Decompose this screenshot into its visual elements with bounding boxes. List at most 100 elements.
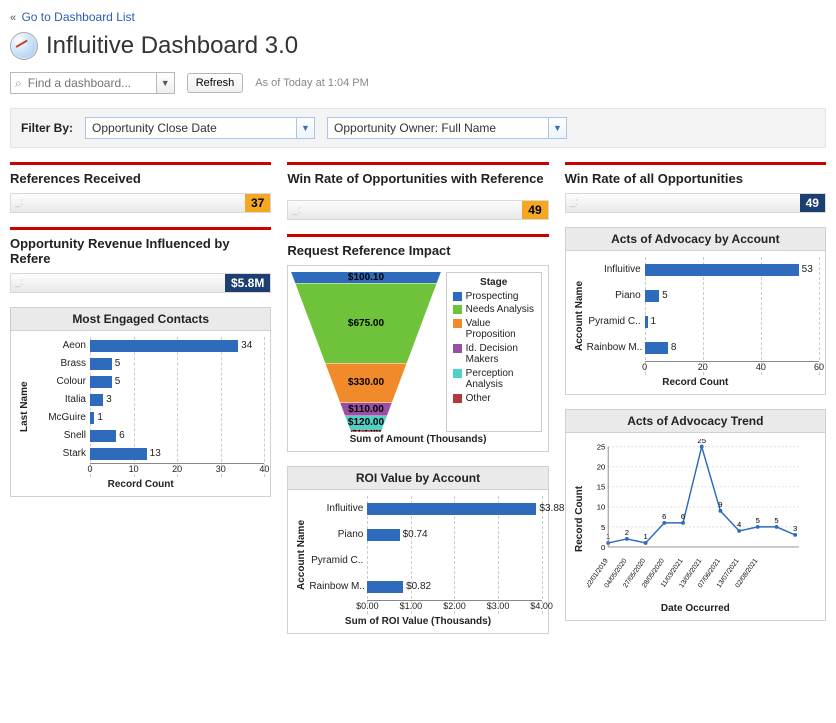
- bar-fill: [645, 290, 660, 302]
- card-title: Request Reference Impact: [287, 234, 548, 259]
- chart-roi-value-by-account: ROI Value by Account Account Name Influi…: [287, 466, 548, 634]
- x-tick: $0.00: [356, 601, 379, 611]
- metric-bar: _: 49: [287, 200, 548, 220]
- metric-bar: _: 37: [10, 193, 271, 213]
- top-nav: « Go to Dashboard List: [10, 10, 826, 24]
- funnel-slice: $120.00: [345, 416, 387, 430]
- legend-label: Prospecting: [466, 291, 519, 303]
- chart-title: Acts of Advocacy by Account: [566, 228, 825, 251]
- bar-value: 8: [671, 341, 677, 355]
- bar-value: $3.88: [539, 502, 564, 516]
- svg-text:2: 2: [624, 528, 628, 537]
- filter-close-date[interactable]: Opportunity Close Date ▼: [85, 117, 315, 139]
- svg-text:3: 3: [793, 524, 797, 533]
- chart-acts-trend: Acts of Advocacy Trend Record Count 0510…: [565, 409, 826, 621]
- svg-text:4: 4: [737, 520, 742, 529]
- bar-category: Brass: [32, 358, 90, 369]
- chevron-down-icon[interactable]: ▼: [296, 118, 314, 138]
- card-title: Win Rate of all Opportunities: [565, 162, 826, 187]
- bar-fill: [90, 430, 116, 442]
- bar-row: Snell 6: [32, 427, 264, 445]
- svg-text:10: 10: [596, 502, 605, 511]
- filter-owner-name-value: Opportunity Owner: Full Name: [334, 121, 496, 135]
- svg-text:5: 5: [774, 516, 778, 525]
- metric-revenue-influenced: Opportunity Revenue Influenced by Refere…: [10, 227, 271, 293]
- svg-text:6: 6: [662, 512, 666, 521]
- x-tick: 20: [172, 464, 182, 474]
- bar-category: Piano: [587, 290, 645, 301]
- x-axis-label: Sum of Amount (Thousands): [294, 434, 541, 445]
- legend-item: Perception Analysis: [453, 368, 535, 391]
- bar-category: Snell: [32, 430, 90, 441]
- legend-swatch: [453, 305, 462, 314]
- x-axis-label: Record Count: [572, 377, 819, 388]
- legend-title: Stage: [453, 277, 535, 288]
- card-title: References Received: [10, 162, 271, 187]
- bar-row: Influitive$3.88: [309, 496, 541, 522]
- bar-fill: [367, 503, 536, 515]
- bar-fill: [645, 342, 668, 354]
- bar-value: 53: [802, 263, 813, 277]
- bar-fill: [645, 264, 799, 276]
- funnel-legend: Stage ProspectingNeeds Analysis Value Pro…: [446, 272, 542, 432]
- x-tick: 10: [129, 464, 139, 474]
- filter-bar: Filter By: Opportunity Close Date ▼ Oppo…: [10, 108, 826, 148]
- bar-category: Influitive: [309, 503, 367, 514]
- refresh-button[interactable]: Refresh: [187, 73, 244, 93]
- bar-fill: [90, 340, 238, 352]
- svg-text:15: 15: [596, 482, 605, 491]
- svg-text:5: 5: [755, 516, 759, 525]
- x-tick: $2.00: [443, 601, 466, 611]
- title-row: Influitive Dashboard 3.0: [10, 32, 826, 60]
- x-tick: 30: [216, 464, 226, 474]
- svg-text:0: 0: [601, 542, 605, 551]
- x-tick: $4.00: [530, 601, 553, 611]
- bar-category: Influitive: [587, 264, 645, 275]
- bar-fill: [90, 394, 103, 406]
- funnel-slice: $100.10: [291, 272, 441, 284]
- bar-row: Pyramid C..: [309, 548, 541, 574]
- bar-row: Piano5: [587, 283, 819, 309]
- x-axis-label: Sum of ROI Value (Thousands): [294, 616, 541, 627]
- dashboard-list-link[interactable]: Go to Dashboard List: [21, 10, 134, 24]
- metric-bar: _: $5.8M: [10, 273, 271, 293]
- bar-category: Pyramid C..: [309, 555, 367, 566]
- bar-value: 13: [150, 447, 161, 461]
- y-axis-label: Account Name: [294, 496, 309, 614]
- legend-label: Id. Decision Makers: [466, 343, 535, 366]
- x-tick: $1.00: [400, 601, 423, 611]
- legend-label: Needs Analysis: [466, 304, 534, 316]
- bar-row: Colour5: [32, 373, 264, 391]
- find-dashboard-input[interactable]: [26, 74, 156, 92]
- svg-text:5: 5: [601, 522, 605, 531]
- chart-request-reference-impact: $100.10$675.00$330.00$110.00$120.00$15.0…: [287, 265, 548, 452]
- bar-category: Colour: [32, 376, 90, 387]
- chevron-down-icon[interactable]: ▼: [548, 118, 566, 138]
- metric-sublabel: _:: [570, 194, 578, 212]
- metric-sublabel: _:: [292, 201, 300, 219]
- chevron-down-icon[interactable]: ▼: [156, 73, 174, 93]
- funnel-chart: $100.10$675.00$330.00$110.00$120.00$15.0…: [294, 272, 437, 432]
- legend-item: Other: [453, 393, 535, 405]
- filter-owner-name[interactable]: Opportunity Owner: Full Name ▼: [327, 117, 567, 139]
- bar-fill: [90, 376, 112, 388]
- legend-label: Perception Analysis: [466, 368, 535, 391]
- bar-value: 6: [119, 429, 125, 443]
- dashboard-columns: References Received _: 37 Opportunity Re…: [10, 162, 826, 648]
- chart-acts-by-account: Acts of Advocacy by Account Account Name…: [565, 227, 826, 395]
- bar-category: Rainbow M..: [587, 342, 645, 353]
- x-tick: 20: [698, 362, 708, 372]
- bar-fill: [90, 358, 112, 370]
- legend-item: Value Proposition: [453, 318, 535, 341]
- page-title: Influitive Dashboard 3.0: [46, 32, 298, 60]
- chart-title: Acts of Advocacy Trend: [566, 410, 825, 433]
- svg-text:25: 25: [697, 439, 706, 445]
- find-dashboard-combo[interactable]: ⌕ ▼: [10, 72, 175, 94]
- bar-row: McGuire1: [32, 409, 264, 427]
- filter-close-date-value: Opportunity Close Date: [92, 121, 217, 135]
- bar-category: Pyramid C..: [587, 316, 645, 327]
- bar-value: 1: [97, 411, 103, 425]
- bar-row: Stark13: [32, 445, 264, 463]
- svg-text:1: 1: [643, 532, 647, 541]
- svg-text:9: 9: [718, 500, 722, 509]
